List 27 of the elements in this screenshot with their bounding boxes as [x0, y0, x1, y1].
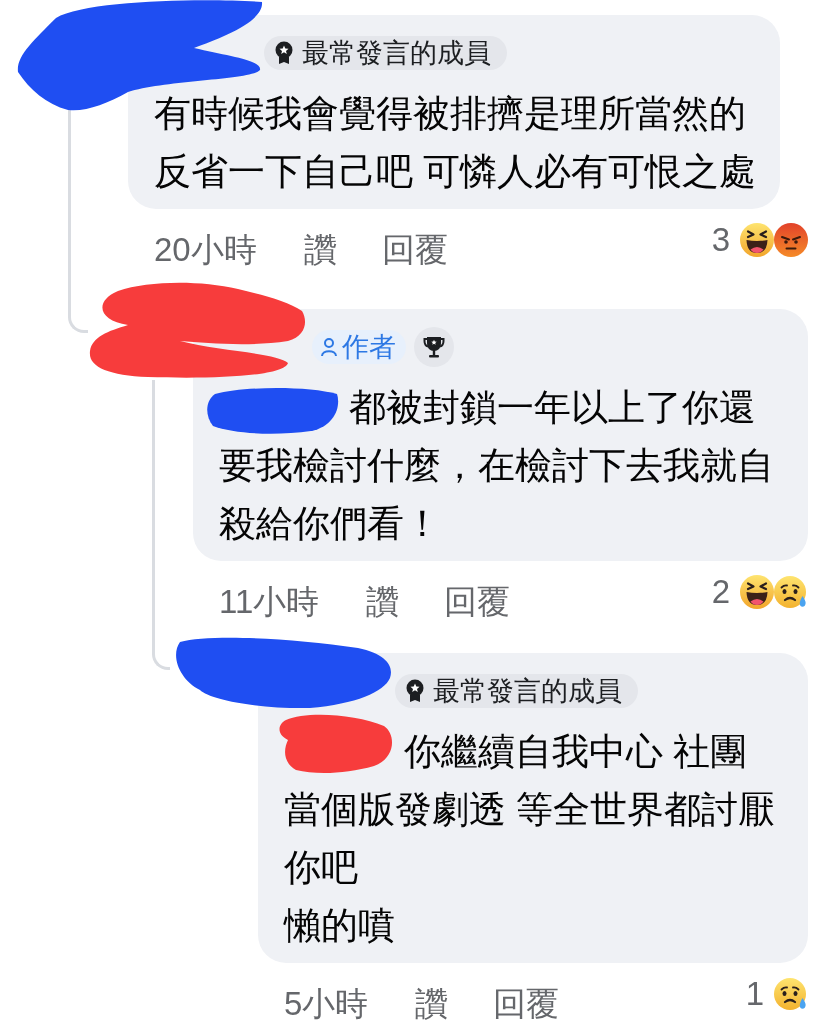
like-button[interactable]: 讚	[303, 232, 337, 268]
medal-icon	[405, 679, 425, 703]
laughing-emoji-icon	[740, 223, 774, 257]
laughing-emoji-icon	[740, 575, 774, 609]
reply-button[interactable]: 回覆	[493, 986, 560, 1022]
badge-label: 最常發言的成員	[302, 37, 491, 70]
reply-button[interactable]: 回覆	[381, 232, 448, 268]
person-icon	[320, 337, 338, 357]
badge-label: 作者	[342, 331, 396, 364]
comment-time[interactable]: 11小時	[219, 584, 320, 620]
reaction-summary[interactable]: 2	[711, 574, 808, 610]
comment-text: 都被封鎖一年以上了你還 要我檢討什麼，在檢討下去我就自 殺給你們看！	[218, 386, 775, 546]
sad-emoji-icon	[774, 575, 808, 609]
sad-emoji-icon	[774, 977, 808, 1011]
reply-button[interactable]: 回覆	[444, 584, 511, 620]
like-button[interactable]: 讚	[366, 584, 400, 620]
comment-text: 有時候我會覺得被排擠是理所當然的 反省一下自己吧 可憐人必有可恨之處	[153, 92, 758, 194]
badge-label: 最常發言的成員	[433, 675, 622, 708]
trophy-icon	[414, 327, 454, 367]
reaction-summary[interactable]: 1	[745, 976, 808, 1012]
medal-icon	[274, 41, 294, 65]
reaction-summary[interactable]: 3	[711, 222, 808, 258]
angry-emoji-icon	[774, 223, 808, 257]
comment-time[interactable]: 20小時	[154, 232, 257, 268]
comment-time[interactable]: 5小時	[284, 986, 369, 1022]
comment-text: 你繼續自我中心 社團 當個版發劇透 等全世界都討厭 你吧 懶的噴	[282, 730, 777, 948]
like-button[interactable]: 讚	[415, 986, 449, 1022]
